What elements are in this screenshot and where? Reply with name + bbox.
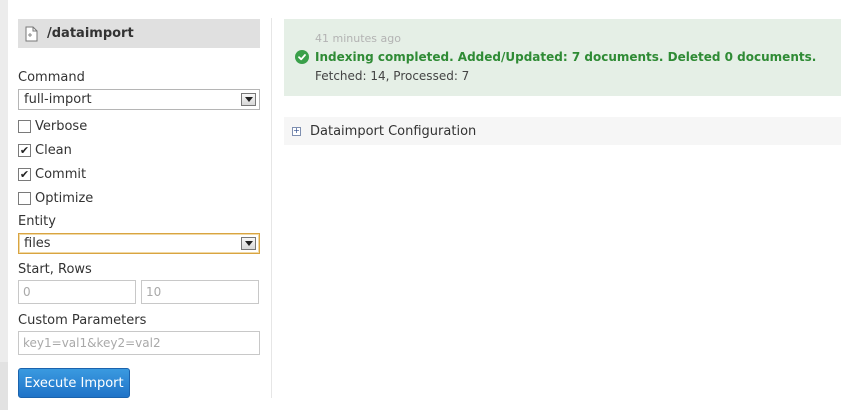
command-select[interactable]: full-import (18, 89, 260, 110)
rows-input[interactable] (141, 280, 259, 304)
document-icon (24, 26, 39, 42)
status-message-row: Indexing completed. Added/Updated: 7 doc… (295, 50, 816, 64)
commit-label: Commit (35, 166, 87, 182)
optimize-label: Optimize (35, 190, 94, 206)
dataimport-configuration-label: Dataimport Configuration (310, 123, 477, 139)
left-nav-strip (0, 0, 8, 410)
sidebar-divider (271, 18, 272, 398)
status-detail: Fetched: 14, Processed: 7 (315, 69, 470, 83)
status-panel: 41 minutes ago Indexing completed. Added… (284, 19, 841, 96)
clean-label: Clean (35, 142, 72, 158)
entity-select[interactable]: files (18, 233, 260, 254)
verbose-checkbox[interactable] (18, 119, 31, 133)
custom-parameters-label: Custom Parameters (18, 313, 147, 328)
handler-header: /dataimport (18, 19, 260, 48)
entity-label: Entity (18, 214, 56, 229)
custom-parameters-input[interactable] (18, 331, 260, 355)
entity-select-value: files (24, 236, 51, 251)
commit-checkbox-row[interactable]: ✔ Commit (18, 165, 86, 183)
dataimport-configuration-toggle[interactable]: + Dataimport Configuration (284, 117, 841, 145)
commit-checkbox[interactable]: ✔ (18, 167, 31, 181)
verbose-checkbox-row[interactable]: Verbose (18, 117, 87, 135)
dataimport-page: /dataimport Command full-import Verbose … (0, 0, 841, 410)
left-nav-notch (0, 362, 8, 410)
start-rows-label: Start, Rows (18, 262, 92, 277)
clean-checkbox-row[interactable]: ✔ Clean (18, 141, 72, 159)
command-label: Command (18, 70, 85, 85)
plus-box-icon[interactable]: + (292, 126, 301, 136)
status-message: Indexing completed. Added/Updated: 7 doc… (315, 50, 817, 64)
start-input[interactable] (18, 280, 136, 304)
status-time: 41 minutes ago (315, 32, 401, 45)
optimize-checkbox-row[interactable]: Optimize (18, 189, 93, 207)
execute-import-button[interactable]: Execute Import (18, 368, 130, 398)
verbose-label: Verbose (35, 118, 88, 134)
check-circle-icon (295, 50, 309, 64)
chevron-down-icon[interactable] (241, 237, 256, 250)
clean-checkbox[interactable]: ✔ (18, 143, 31, 157)
handler-title: /dataimport (47, 26, 134, 41)
dataimport-form: /dataimport Command full-import Verbose … (18, 0, 262, 410)
chevron-down-icon[interactable] (241, 93, 256, 106)
command-select-value: full-import (24, 92, 92, 107)
optimize-checkbox[interactable] (18, 191, 31, 205)
